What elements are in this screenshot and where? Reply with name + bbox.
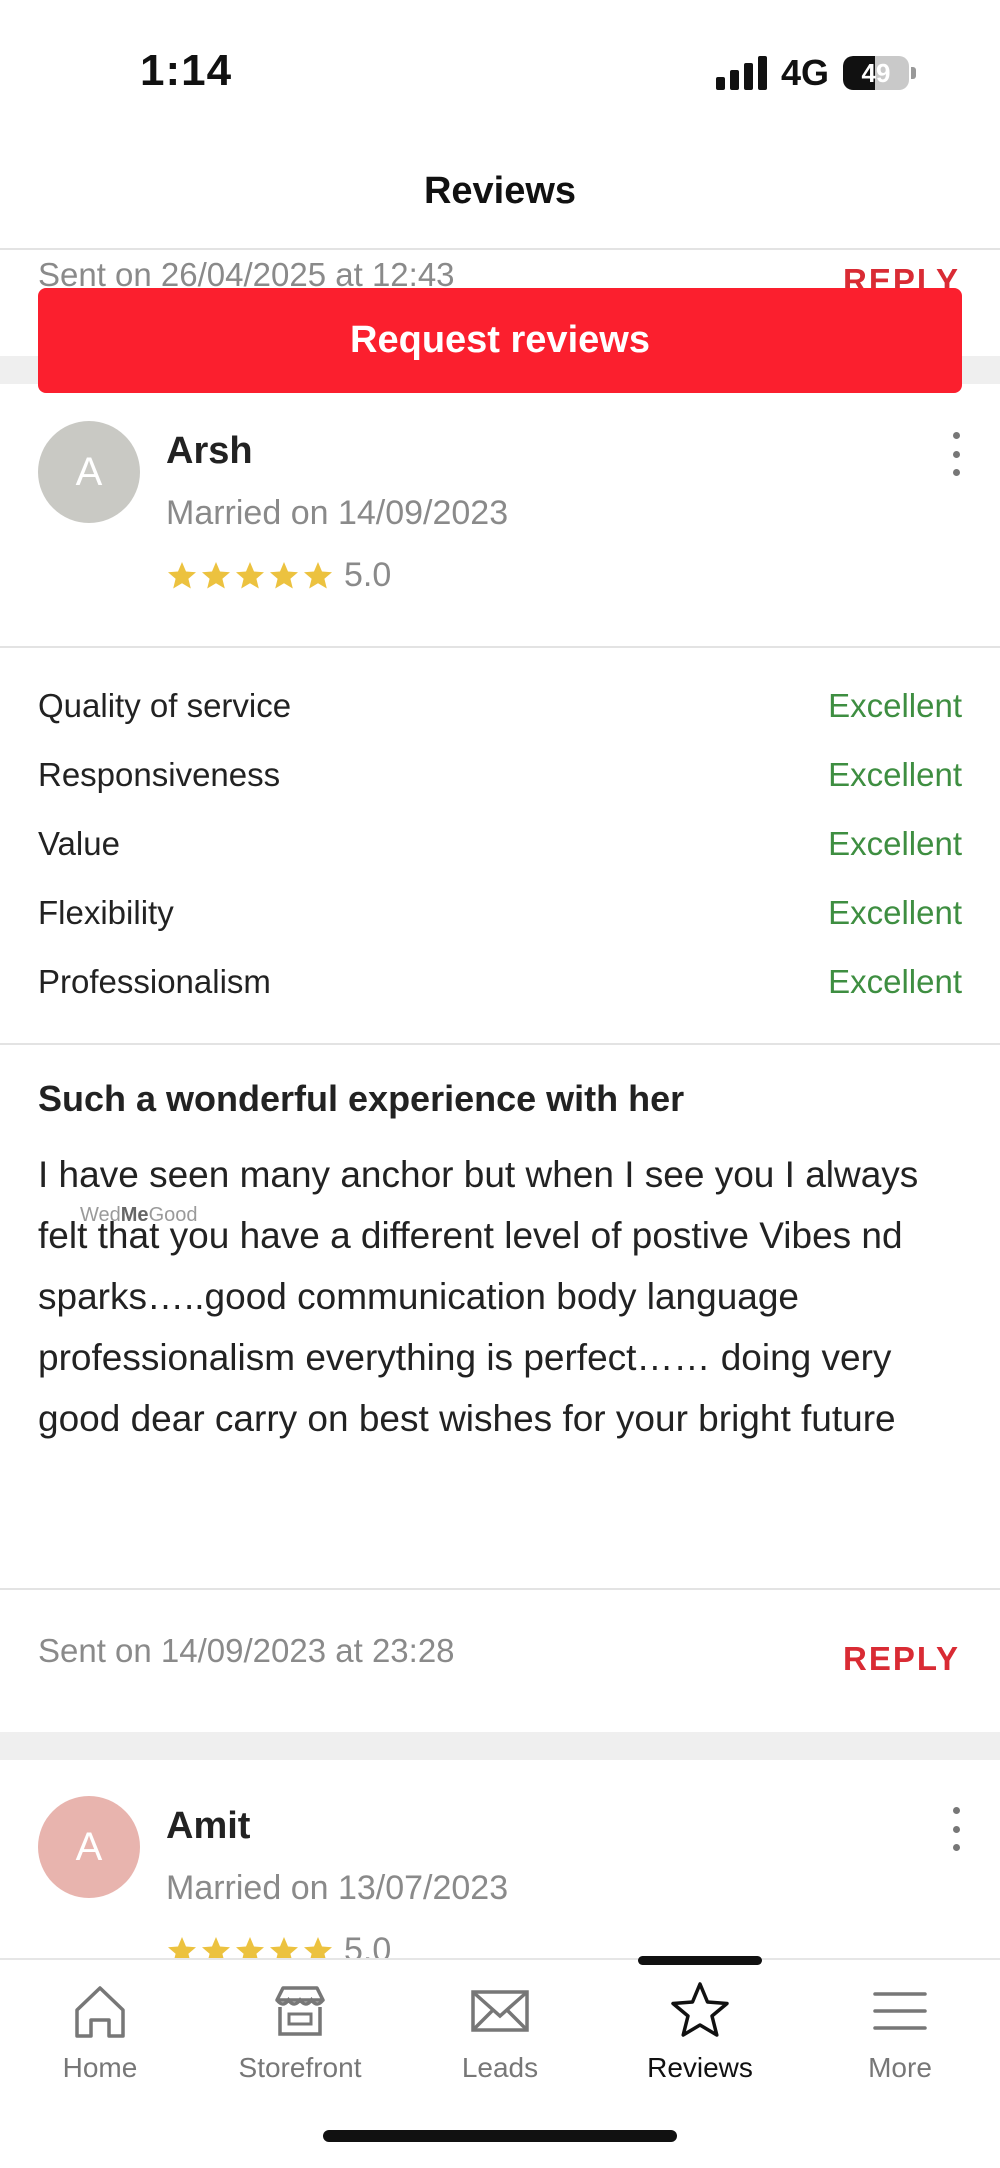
- criteria-value: Excellent: [828, 962, 962, 1000]
- status-indicators: 4G 49: [715, 52, 916, 94]
- section-separator: [0, 1732, 1000, 1760]
- watermark: WedMeGood: [80, 1204, 198, 1226]
- nav-leads[interactable]: Leads: [400, 1980, 600, 2084]
- status-time: 1:14: [140, 46, 233, 95]
- criteria-label: Quality of service: [38, 686, 292, 724]
- active-tab-indicator: [638, 1956, 762, 1965]
- avatar: A: [38, 1796, 140, 1898]
- reviewer-name: Amit: [166, 1805, 251, 1847]
- married-date: Married on 13/07/2023: [166, 1869, 509, 1907]
- criteria-list: Quality of service Excellent Responsivenes…: [38, 671, 962, 1016]
- star-rating: [166, 560, 334, 592]
- star-icon: [270, 561, 298, 588]
- page-header: Reviews: [0, 140, 1000, 250]
- criteria-value: Excellent: [828, 893, 962, 931]
- criteria-value: Excellent: [828, 755, 962, 793]
- star-icon: [236, 561, 264, 588]
- storefront-icon: [275, 1986, 325, 2036]
- review-sent-date: Sent on 14/09/2023 at 23:28: [38, 1632, 455, 1669]
- divider: [0, 1588, 1000, 1590]
- avatar: A: [38, 421, 140, 523]
- criteria-label: Responsiveness: [38, 755, 281, 793]
- nav-more[interactable]: More: [800, 1980, 1000, 2084]
- nav-label: More: [868, 2052, 932, 2083]
- star-icon: [168, 561, 196, 588]
- star-icon: [202, 561, 230, 588]
- network-type: 4G: [780, 52, 829, 93]
- reviewer-name: Arsh: [166, 430, 253, 472]
- signal-icon: [715, 56, 767, 90]
- criteria-row: Quality of service Excellent: [38, 671, 962, 740]
- rating-value: 5.0: [344, 556, 392, 594]
- nav-label: Storefront: [238, 2052, 362, 2083]
- criteria-label: Value: [38, 824, 120, 862]
- criteria-row: Value Excellent: [38, 809, 962, 878]
- criteria-value: Excellent: [828, 824, 962, 862]
- divider: [0, 1043, 1000, 1045]
- nav-label: Leads: [461, 2052, 539, 2083]
- divider: [0, 646, 1000, 648]
- review-title: Such a wonderful experience with her: [38, 1078, 685, 1119]
- nav-reviews[interactable]: Reviews: [600, 1980, 800, 2084]
- rating: 5.0: [166, 556, 391, 595]
- home-icon: [75, 1986, 125, 2038]
- nav-storefront[interactable]: Storefront: [200, 1980, 400, 2084]
- menu-icon: [873, 1992, 927, 2030]
- reply-button[interactable]: REPLY: [843, 1640, 960, 1678]
- criteria-label: Flexibility: [38, 893, 174, 931]
- review-body: I have seen many anchor but when I see y…: [38, 1154, 919, 1439]
- married-date: Married on 14/09/2023: [166, 494, 509, 532]
- nav-label: Reviews: [647, 2052, 753, 2083]
- criteria-row: Professionalism Excellent: [38, 947, 962, 1016]
- star-icon: [671, 1982, 729, 2037]
- home-indicator: [323, 2130, 677, 2142]
- criteria-label: Professionalism: [38, 962, 271, 1000]
- more-options-icon[interactable]: [946, 1807, 966, 1851]
- page-title: Reviews: [423, 169, 577, 212]
- nav-home[interactable]: Home: [0, 1980, 200, 2084]
- criteria-value: Excellent: [828, 686, 962, 724]
- star-icon: [304, 561, 332, 588]
- nav-label: Home: [62, 2052, 138, 2083]
- criteria-row: Flexibility Excellent: [38, 878, 962, 947]
- more-options-icon[interactable]: [946, 432, 966, 476]
- criteria-row: Responsiveness Excellent: [38, 740, 962, 809]
- request-reviews-button[interactable]: Request reviews: [38, 288, 962, 393]
- status-bar: 1:14 4G 49: [0, 0, 1000, 140]
- battery-icon: 49: [843, 56, 916, 90]
- battery-level: 49: [861, 57, 891, 88]
- mail-icon: [471, 1990, 529, 2032]
